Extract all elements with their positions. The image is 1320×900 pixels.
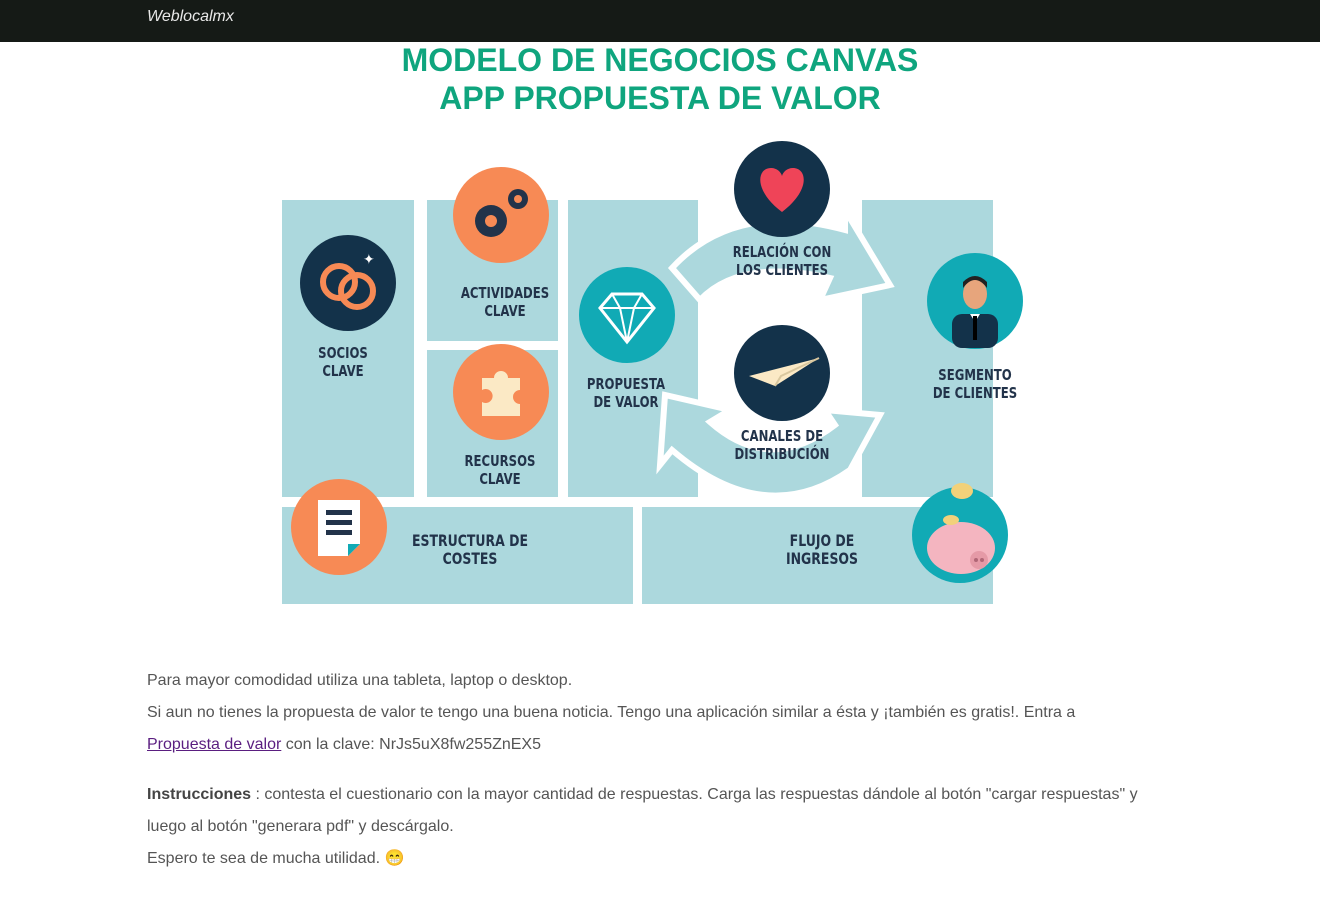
access-key-text: con la clave: NrJs5uX8fw255ZnEX5 (281, 736, 541, 753)
brand-logo-text[interactable]: Weblocalmx (147, 8, 234, 26)
piggy-bank-icon (912, 487, 1008, 583)
puzzle-piece-icon (453, 344, 549, 440)
label-relacion-con-clientes: RELACIÓN CON LOS CLIENTES (732, 243, 832, 279)
top-navbar: Weblocalmx (0, 0, 1320, 42)
heart-icon (734, 141, 830, 237)
closing-note: Espero te sea de mucha utilidad. 😁 (147, 850, 405, 867)
paper-plane-icon (734, 325, 830, 421)
instructions-label: Instrucciones (147, 786, 252, 803)
business-model-canvas-image: ✦ SOCIOS CLAVE ACTIVIDADES CLAVE RECURSO… (280, 140, 1023, 610)
comfort-note: Para mayor comodidad utiliza una tableta… (147, 672, 573, 689)
page-title: MODELO DE NEGOCIOS CANVAS APP PROPUESTA … (0, 41, 1320, 117)
free-app-note: Si aun no tienes la propuesta de valor t… (147, 697, 1177, 761)
intro-text: Para mayor comodidad utiliza una tableta… (147, 665, 1177, 875)
label-canales-de-distribucion: CANALES DE DISTRIBUCIÓN (734, 427, 830, 463)
rings-icon: ✦ (300, 235, 396, 331)
label-flujo-de-ingresos: FLUJO DE INGRESOS (785, 531, 859, 568)
gears-icon (453, 167, 549, 263)
label-socios-clave: SOCIOS CLAVE (318, 344, 368, 380)
label-actividades-clave: ACTIVIDADES CLAVE (460, 284, 550, 320)
page-title-line1: MODELO DE NEGOCIOS CANVAS (401, 42, 919, 78)
page-title-line2: APP PROPUESTA DE VALOR (439, 80, 881, 116)
label-estructura-de-costes: ESTRUCTURA DE COSTES (411, 531, 529, 568)
coin-icon (951, 483, 973, 499)
businessman-icon (927, 253, 1023, 349)
instructions-text: : contesta el cuestionario con la mayor … (147, 786, 1138, 835)
document-icon (291, 479, 387, 575)
instructions: Instrucciones : contesta el cuestionario… (147, 779, 1177, 843)
label-propuesta-de-valor: PROPUESTA DE VALOR (586, 375, 666, 411)
propuesta-de-valor-link[interactable]: Propuesta de valor (147, 736, 281, 753)
svg-text:✦: ✦ (363, 252, 375, 268)
diamond-icon (579, 267, 675, 363)
free-app-text: Si aun no tienes la propuesta de valor t… (147, 704, 1076, 721)
label-recursos-clave: RECURSOS CLAVE (464, 452, 536, 488)
label-segmento-de-clientes: SEGMENTO DE CLIENTES (932, 366, 1018, 402)
